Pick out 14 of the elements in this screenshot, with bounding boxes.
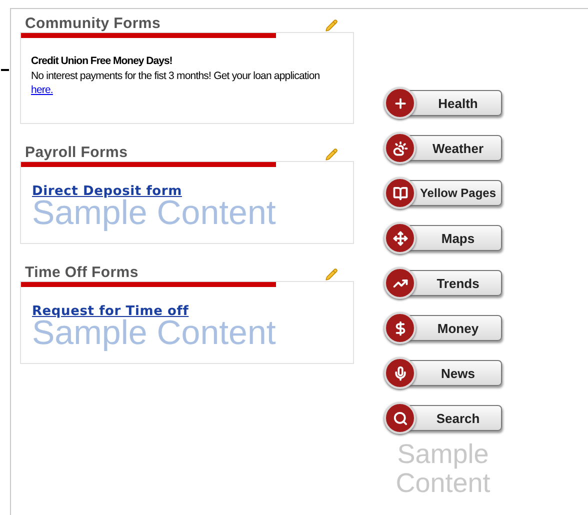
form-link[interactable]: Request for Time off (32, 304, 189, 319)
announcement-headline: Credit Union Free Money Days! (31, 55, 174, 67)
panel-title: Time Off Forms (25, 264, 138, 281)
weather-icon (392, 140, 408, 156)
edit-icon[interactable] (325, 19, 338, 32)
announcement-text: No interest payments for the fist 3 months! Get your loan application here. (31, 69, 321, 97)
search-icon (392, 410, 408, 426)
edit-icon[interactable] (325, 268, 338, 281)
edit-icon[interactable] (325, 148, 338, 161)
form-link[interactable]: Direct Deposit form (32, 184, 182, 199)
panel-title: Payroll Forms (25, 144, 128, 161)
here-link[interactable]: here. (31, 84, 53, 96)
panel-title: Community Forms (25, 15, 161, 32)
book-icon (392, 186, 408, 200)
